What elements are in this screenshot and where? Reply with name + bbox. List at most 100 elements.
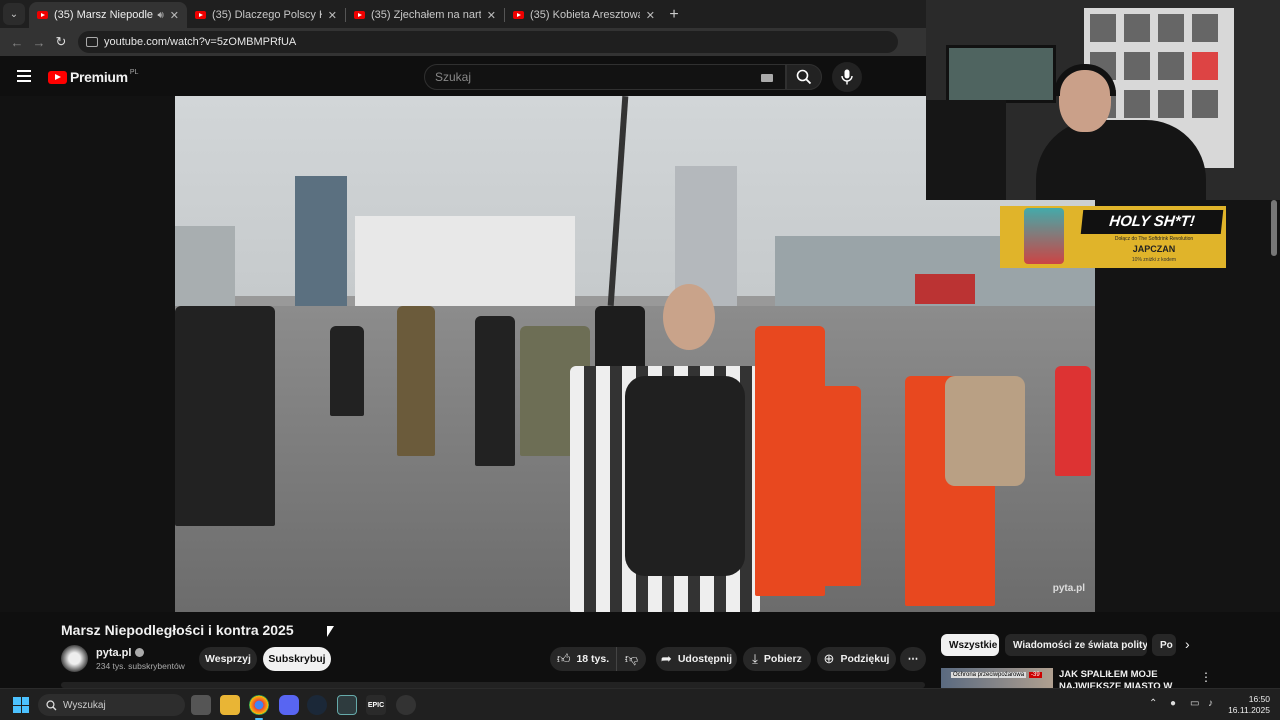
video-frame-figure: [475, 316, 515, 466]
channel-name-row[interactable]: pyta.pl: [96, 647, 145, 659]
subscribe-label: Subskrybuj: [268, 653, 326, 665]
video-frame-billboard: [915, 274, 975, 304]
thumbs-up-icon: 👍︎: [556, 651, 571, 666]
youtube-favicon-icon: [354, 11, 365, 19]
tab-1[interactable]: (35) Marsz Niepodległości 🔊︎ ✕: [29, 2, 187, 28]
speaker-icon[interactable]: 🔊︎: [157, 10, 163, 21]
taskbar-search-placeholder: Wyszukaj: [63, 699, 106, 711]
player-letterbox-left: [0, 96, 175, 612]
voice-search-button[interactable]: [832, 62, 862, 92]
video-frame-figure: [175, 306, 275, 526]
chip-truncated[interactable]: Po: [1152, 634, 1176, 656]
steam-icon[interactable]: [307, 695, 327, 715]
share-button[interactable]: ➦ Udostępnij: [656, 647, 737, 671]
subscriber-count: 234 tys. subskrybentów: [96, 661, 185, 671]
browser-toolbar: ← → ↻ youtube.com/watch?v=5zOMBMPRfUA: [0, 28, 926, 56]
search-input[interactable]: Szukaj: [424, 64, 786, 90]
tab-2[interactable]: (35) Dlaczego Polscy Kierowcy ✕: [187, 2, 345, 28]
shelf-item: [1124, 52, 1150, 80]
shelf-item: [1124, 90, 1150, 118]
vpn-icon[interactable]: [337, 695, 357, 715]
thumbnail-label: Ochrona przeciwpożarowa: [951, 672, 1027, 678]
channel-avatar[interactable]: [61, 645, 88, 672]
network-icon[interactable]: ▭: [1190, 698, 1199, 709]
youtube-premium-logo[interactable]: Premium PL: [48, 69, 138, 85]
task-view-icon[interactable]: [191, 695, 211, 715]
video-frame-figure: [775, 386, 861, 586]
file-explorer-icon[interactable]: [220, 695, 240, 715]
support-button[interactable]: Wesprzyj: [199, 647, 257, 671]
video-title: Marsz Niepodległości i kontra 2025: [61, 622, 294, 638]
thanks-icon: ⊕: [823, 651, 835, 666]
new-tab-plus-icon[interactable]: +: [663, 6, 685, 24]
subscribe-button[interactable]: Subskrybuj: [263, 647, 331, 671]
video-frame-figure: [945, 376, 1025, 486]
menu-icon[interactable]: [17, 70, 31, 82]
chevron-up-icon[interactable]: ⌃: [1149, 698, 1157, 709]
volume-icon[interactable]: ♪: [1208, 698, 1213, 709]
shelf-item: [1192, 52, 1218, 80]
like-button[interactable]: 👍︎ 18 tys.: [550, 647, 616, 671]
sponsor-banner[interactable]: HOLY SH*T! Dołącz do The Softdrink Revol…: [1000, 206, 1226, 268]
taskbar-clock[interactable]: 16:50 16.11.2025: [1226, 694, 1270, 716]
recommended-video-thumbnail[interactable]: Ochrona przeciwpożarowa -39: [941, 668, 1053, 688]
video-watermark: pyta.pl: [1052, 583, 1085, 594]
dislike-button[interactable]: 👎︎: [616, 647, 646, 671]
back-arrow-icon[interactable]: ←: [6, 35, 28, 50]
thumbnail-badge: -39: [1029, 672, 1042, 678]
close-tab-icon[interactable]: ✕: [328, 9, 337, 22]
tab-search-button[interactable]: ⌄: [3, 3, 25, 25]
shelf-item: [1192, 14, 1218, 42]
thanks-button[interactable]: ⊕ Podziękuj: [817, 647, 896, 671]
more-vertical-icon[interactable]: ⋮: [1200, 670, 1212, 684]
scrollbar-thumb[interactable]: [1271, 200, 1277, 256]
search-button[interactable]: [786, 64, 822, 90]
discord-icon[interactable]: [279, 695, 299, 715]
video-frame-building: [355, 216, 575, 306]
thumbs-down-icon: 👎︎: [624, 651, 639, 666]
download-button[interactable]: ⤓ Pobierz: [743, 647, 811, 671]
tab-3[interactable]: (35) Zjechałem na nartach z Mo ✕: [346, 2, 504, 28]
chevron-right-icon[interactable]: ›: [1185, 636, 1190, 652]
video-frame-figure: [330, 326, 364, 416]
webcam-streamer-body: [1036, 120, 1206, 200]
address-bar[interactable]: youtube.com/watch?v=5zOMBMPRfUA: [78, 31, 898, 53]
site-info-icon[interactable]: [86, 37, 98, 47]
webcam-chair: [926, 100, 1006, 200]
tab-title: (35) Kobieta Aresztowana za Uj: [530, 9, 640, 21]
youtube-favicon-icon: [513, 11, 524, 19]
reload-icon[interactable]: ↻: [50, 34, 72, 50]
tab-title: (35) Zjechałem na nartach z Mo: [371, 9, 481, 21]
webcam-aquarium: [946, 45, 1056, 103]
obs-icon[interactable]: [396, 695, 416, 715]
close-tab-icon[interactable]: ✕: [170, 9, 179, 22]
forward-arrow-icon[interactable]: →: [28, 35, 50, 50]
microphone-tray-icon[interactable]: ●: [1170, 698, 1176, 709]
sponsor-headline: HOLY SH*T!: [1080, 210, 1224, 234]
sponsor-line-1: Dołącz do The Softdrink Revolution: [1114, 236, 1194, 242]
country-code: PL: [129, 68, 139, 76]
support-label: Wesprzyj: [205, 653, 251, 665]
search-icon: [796, 69, 812, 85]
brand-name: Premium: [70, 69, 128, 85]
clock-time: 16:50: [1248, 694, 1270, 704]
taskbar-search[interactable]: Wyszukaj: [38, 694, 185, 716]
clock-date: 16.11.2025: [1228, 705, 1270, 715]
shelf-item: [1158, 52, 1184, 80]
keyboard-icon[interactable]: [761, 74, 773, 82]
close-tab-icon[interactable]: ✕: [646, 9, 655, 22]
chrome-icon[interactable]: [249, 695, 269, 720]
tab-4[interactable]: (35) Kobieta Aresztowana za Uj ✕: [505, 2, 663, 28]
more-actions-button[interactable]: ⋯: [900, 647, 926, 671]
download-label: Pobierz: [763, 653, 802, 665]
windows-start-icon[interactable]: [13, 697, 29, 713]
close-tab-icon[interactable]: ✕: [487, 9, 496, 22]
chip-politics[interactable]: Wiadomości ze świata polityki: [1005, 634, 1147, 656]
more-horizontal-icon: ⋯: [907, 653, 919, 665]
epic-games-icon[interactable]: EPIC: [366, 695, 386, 715]
thanks-label: Podziękuj: [840, 653, 890, 665]
chip-all[interactable]: Wszystkie: [941, 634, 999, 656]
browser-tab-strip: ⌄ (35) Marsz Niepodległości 🔊︎ ✕ (35) Dl…: [0, 0, 926, 28]
screen: ⌄ (35) Marsz Niepodległości 🔊︎ ✕ (35) Dl…: [0, 0, 1280, 720]
video-frame-figure: [397, 306, 435, 456]
